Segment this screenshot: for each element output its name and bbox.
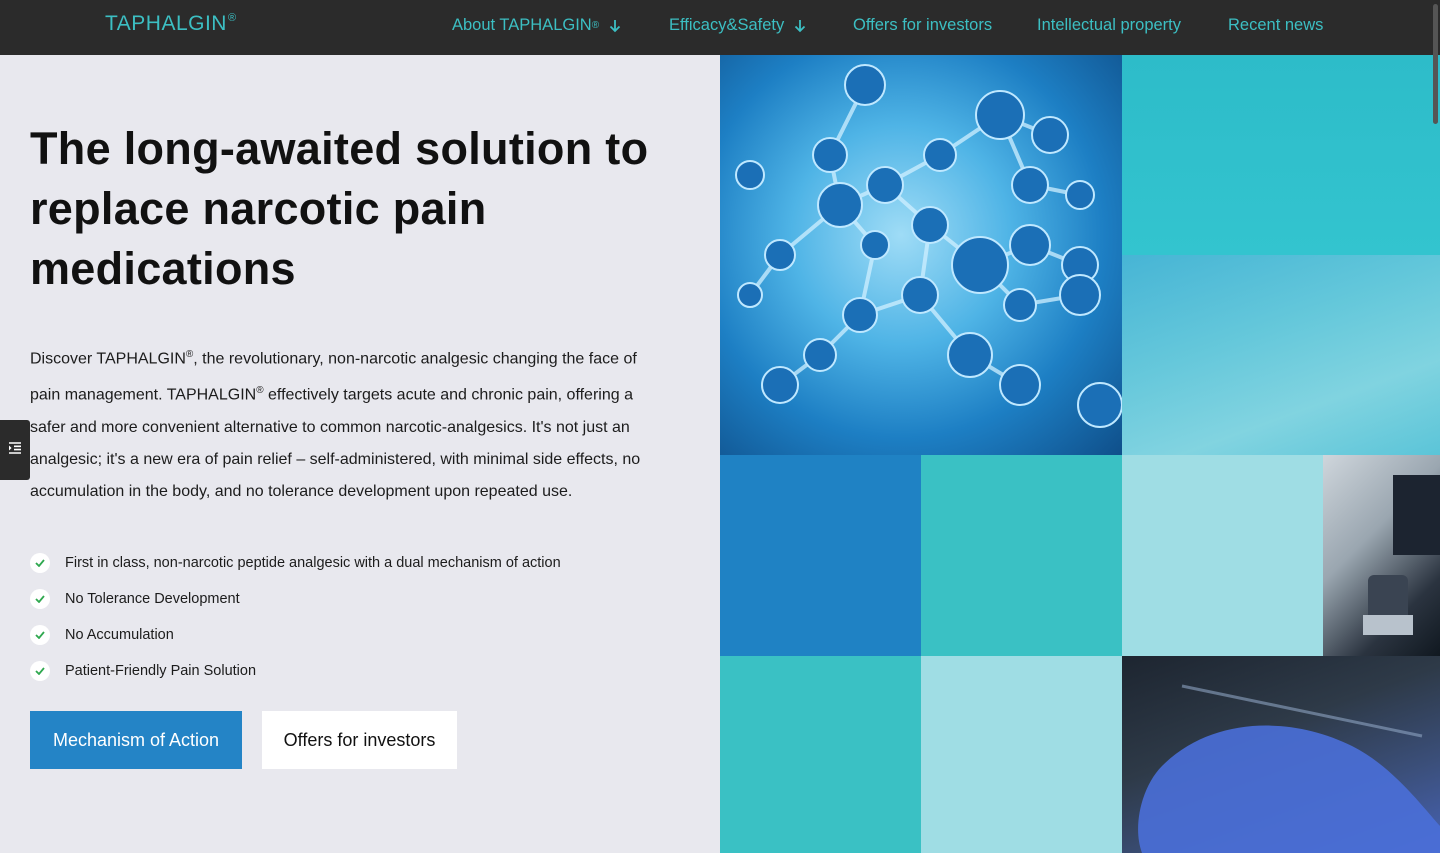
nav-about-registered: ® bbox=[591, 20, 600, 31]
nav-offers-label: Offers for investors bbox=[853, 16, 993, 34]
scrollbar-thumb[interactable] bbox=[1433, 4, 1438, 124]
arrow-down-icon bbox=[794, 19, 806, 33]
tile-teal bbox=[921, 455, 1122, 656]
nav-offers[interactable]: Offers for investors bbox=[853, 16, 992, 35]
hero-image-panel bbox=[720, 55, 1440, 853]
nav-news-label: Recent news bbox=[1228, 16, 1324, 34]
feature-text: No Accumulation bbox=[65, 627, 174, 643]
tile-teal-wave bbox=[1122, 255, 1440, 455]
feature-item: No Tolerance Development bbox=[30, 581, 561, 617]
tile-teal-bottom bbox=[720, 656, 921, 853]
nav-ip[interactable]: Intellectual property bbox=[1037, 16, 1181, 35]
microscope-image bbox=[1323, 455, 1440, 656]
mechanism-of-action-button[interactable]: Mechanism of Action bbox=[30, 711, 242, 769]
hero-intro: Discover TAPHALGIN®, the revolutionary, … bbox=[30, 339, 650, 508]
nav-efficacy[interactable]: Efficacy&Safety bbox=[669, 16, 806, 35]
check-icon bbox=[30, 589, 50, 609]
top-navbar: TAPHALGIN® About TAPHALGIN ® Efficacy&Saf… bbox=[0, 0, 1440, 55]
offers-for-investors-button[interactable]: Offers for investors bbox=[262, 711, 457, 769]
nav-efficacy-label: Efficacy&Safety bbox=[669, 16, 785, 34]
tile-light-teal bbox=[1122, 455, 1323, 656]
nav-about-label: About TAPHALGIN bbox=[452, 16, 592, 34]
molecule-image bbox=[720, 55, 1122, 455]
feature-item: Patient-Friendly Pain Solution bbox=[30, 653, 561, 689]
feature-text: No Tolerance Development bbox=[65, 591, 240, 607]
logo-text: TAPHALGIN bbox=[105, 12, 227, 35]
intro-part-1: Discover TAPHALGIN bbox=[30, 350, 186, 368]
nav-about[interactable]: About TAPHALGIN ® bbox=[452, 16, 621, 35]
tile-blue bbox=[720, 455, 921, 656]
feature-item: No Accumulation bbox=[30, 617, 561, 653]
check-icon bbox=[30, 625, 50, 645]
tile-light-bottom bbox=[921, 656, 1122, 853]
side-panel-toggle[interactable] bbox=[0, 420, 30, 480]
nav-ip-label: Intellectual property bbox=[1037, 16, 1181, 34]
check-icon bbox=[30, 553, 50, 573]
logo-registered: ® bbox=[227, 12, 237, 24]
check-icon bbox=[30, 661, 50, 681]
hero-text-panel: The long-awaited solution to replace nar… bbox=[0, 55, 720, 853]
feature-text: Patient-Friendly Pain Solution bbox=[65, 663, 257, 679]
hero-headline: The long-awaited solution to replace nar… bbox=[30, 123, 649, 294]
nav-news[interactable]: Recent news bbox=[1228, 16, 1323, 35]
scrollbar[interactable] bbox=[1430, 0, 1440, 853]
feature-item: First in class, non-narcotic peptide ana… bbox=[30, 545, 561, 581]
lab-glove-image bbox=[1122, 656, 1440, 853]
arrow-down-icon bbox=[609, 19, 621, 33]
feature-text: First in class, non-narcotic peptide ana… bbox=[65, 555, 561, 571]
list-indent-icon bbox=[8, 441, 22, 459]
logo[interactable]: TAPHALGIN® bbox=[105, 12, 237, 36]
intro-reg-2: ® bbox=[256, 385, 264, 397]
feature-list: First in class, non-narcotic peptide ana… bbox=[30, 545, 561, 689]
